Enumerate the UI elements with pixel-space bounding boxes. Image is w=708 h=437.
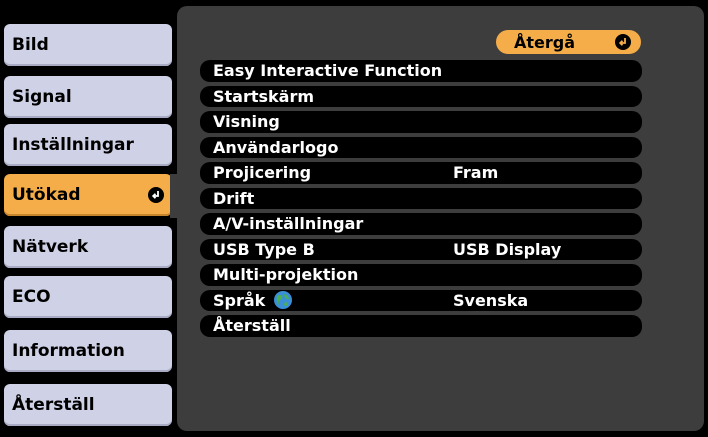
menu-item-anvandarlogo[interactable]: Användarlogo [200, 135, 642, 161]
menu-item-label: Språk [213, 290, 266, 310]
tab-label: ECO [12, 287, 51, 307]
tab-aterstall[interactable]: Återställ [4, 384, 172, 426]
menu-item-label: Easy Interactive Function [213, 61, 443, 81]
tab-eco[interactable]: ECO [4, 276, 172, 318]
menu-item-value: USB Display [453, 239, 562, 259]
menu-item-label: Multi-projektion [213, 265, 359, 285]
tab-label: Bild [12, 35, 49, 55]
menu-item-startskarm[interactable]: Startskärm [200, 84, 642, 110]
menu-item-label: Återställ [213, 316, 291, 336]
menu-item-easy-interactive[interactable]: Easy Interactive Function [200, 58, 642, 84]
menu-item-label: Användarlogo [213, 137, 339, 157]
menu-item-label: A/V-inställningar [213, 214, 364, 234]
back-button-label: Återgå [514, 32, 576, 52]
enter-icon [148, 187, 164, 203]
tab-natverk[interactable]: Nätverk [4, 226, 172, 268]
menu-item-label-wrap: Språk [200, 290, 453, 310]
menu-item-label: Startskärm [213, 86, 315, 106]
globe-icon [274, 291, 293, 310]
menu-item-drift[interactable]: Drift [200, 186, 642, 212]
tab-label: Signal [12, 87, 72, 107]
sidebar: Bild Signal Inställningar Utökad Nätverk… [0, 0, 190, 437]
menu-item-visning[interactable]: Visning [200, 109, 642, 135]
menu-item-label: USB Type B [213, 239, 315, 259]
menu-item-label: Drift [213, 188, 255, 208]
tab-label: Inställningar [12, 135, 134, 155]
tab-label: Information [12, 341, 125, 361]
menu-item-value: Fram [453, 163, 499, 183]
tab-utokad[interactable]: Utökad [4, 174, 172, 216]
menu-item-av-installningar[interactable]: A/V-inställningar [200, 211, 642, 237]
tab-information[interactable]: Information [4, 330, 172, 372]
menu-item-multi-projektion[interactable]: Multi-projektion [200, 262, 642, 288]
back-button[interactable]: Återgå [496, 30, 641, 54]
menu-item-sprak[interactable]: Språk Svenska [200, 288, 642, 314]
tab-label: Utökad [12, 185, 81, 205]
menu-item-aterstall[interactable]: Återställ [200, 313, 642, 339]
tab-label: Återställ [12, 395, 95, 415]
enter-icon [615, 34, 631, 50]
menu-item-usb-type-b[interactable]: USB Type B USB Display [200, 237, 642, 263]
menu-item-label: Visning [213, 112, 280, 132]
tab-bild[interactable]: Bild [4, 24, 172, 66]
menu-item-value: Svenska [453, 290, 529, 310]
menu-item-projicering[interactable]: Projicering Fram [200, 160, 642, 186]
tab-label: Nätverk [12, 237, 89, 257]
submenu-list: Easy Interactive Function Startskärm Vis… [200, 58, 642, 339]
menu-item-label: Projicering [213, 163, 312, 183]
tab-installningar[interactable]: Inställningar [4, 124, 172, 166]
tab-signal[interactable]: Signal [4, 76, 172, 118]
